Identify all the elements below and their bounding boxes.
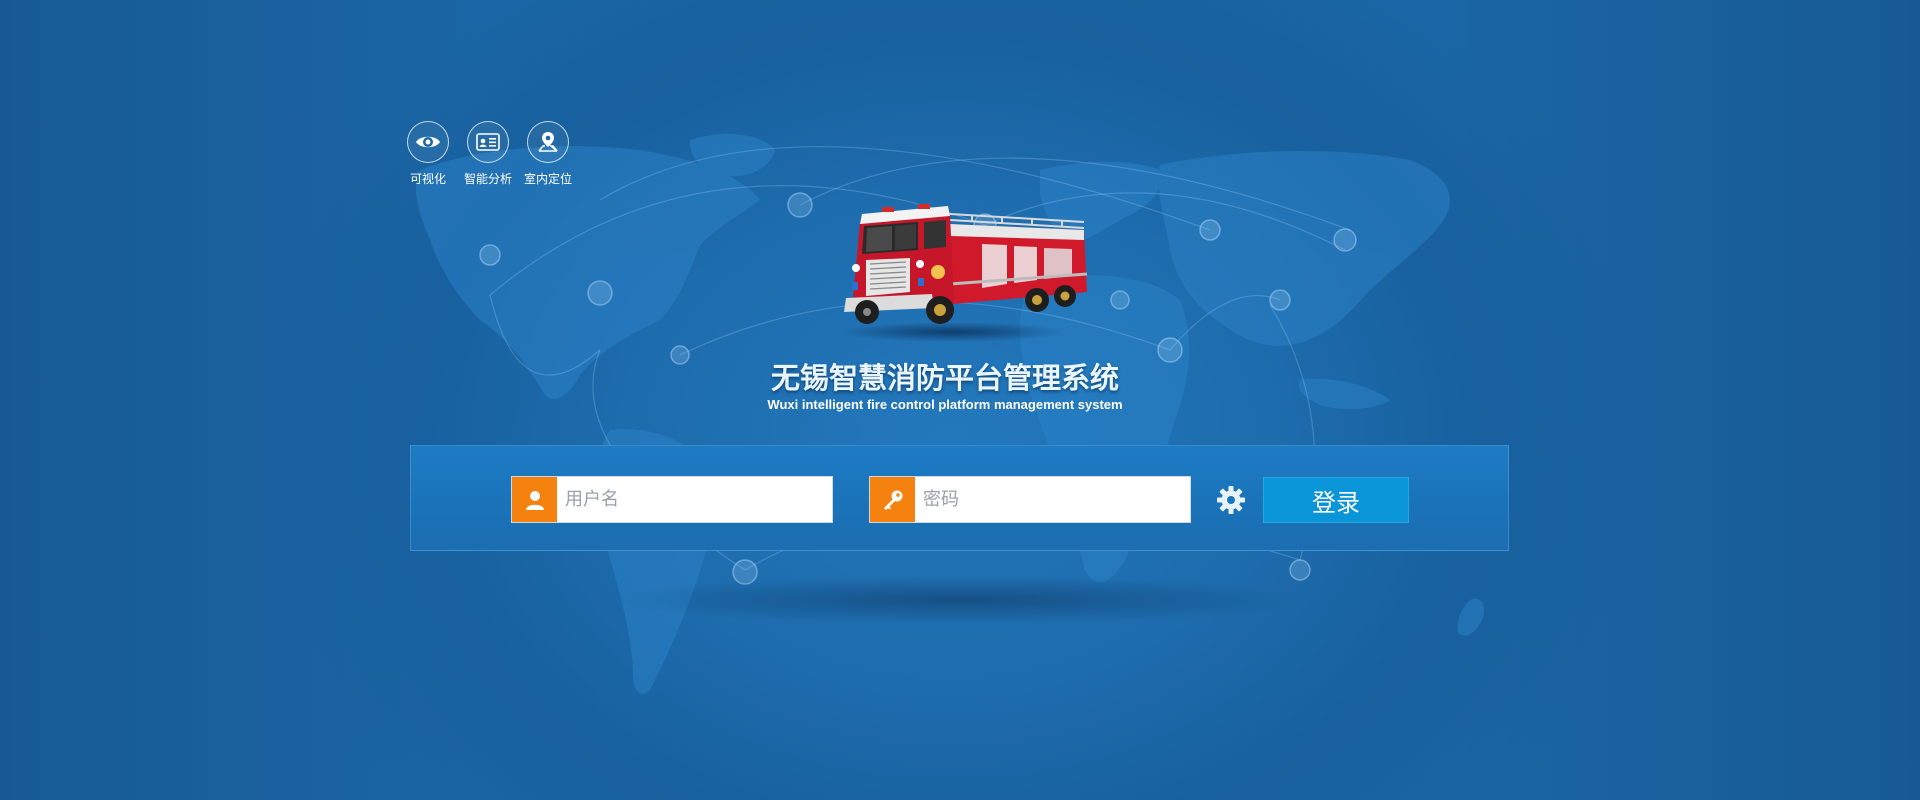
map-pin-icon	[527, 121, 569, 163]
page-subtitle: Wuxi intelligent fire control platform m…	[767, 397, 1123, 412]
key-icon	[870, 477, 915, 522]
feature-visualization[interactable]: 可视化	[404, 121, 452, 187]
gear-icon[interactable]	[1216, 485, 1246, 515]
feature-list: 可视化 智能分析 室内定位	[404, 121, 572, 187]
user-icon	[512, 477, 557, 522]
login-button[interactable]: 登录	[1263, 477, 1409, 523]
login-page: 可视化 智能分析 室内定位 无锡智慧消防平台管理系统 Wuxi intellig…	[0, 0, 1920, 800]
eye-icon	[407, 121, 449, 163]
id-card-icon	[467, 121, 509, 163]
feature-label: 智能分析	[464, 172, 513, 186]
password-input[interactable]	[915, 477, 1190, 522]
page-title: 无锡智慧消防平台管理系统	[770, 361, 1119, 395]
fire-truck-illustration	[837, 204, 1088, 342]
feature-label: 可视化	[409, 172, 446, 186]
feature-indoor-positioning[interactable]: 室内定位	[524, 121, 572, 187]
password-field[interactable]	[869, 476, 1191, 523]
login-panel-shadow	[610, 575, 1310, 625]
username-input[interactable]	[557, 477, 832, 522]
feature-label: 室内定位	[524, 172, 573, 186]
feature-smart-analysis[interactable]: 智能分析	[464, 121, 512, 187]
username-field[interactable]	[511, 476, 833, 523]
